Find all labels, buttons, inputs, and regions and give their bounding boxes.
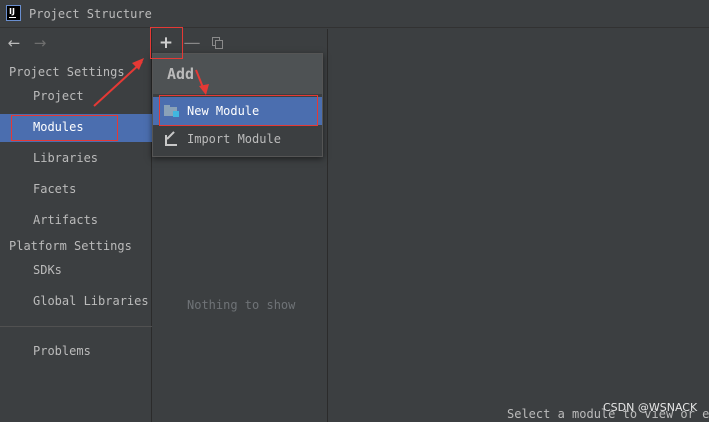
- annotation-arrows: [93, 58, 209, 107]
- annotation-arrowhead: [199, 84, 209, 95]
- annotation-arrow-modules-to-add: [93, 61, 143, 107]
- watermark: CSDN @WSNACK: [603, 401, 698, 414]
